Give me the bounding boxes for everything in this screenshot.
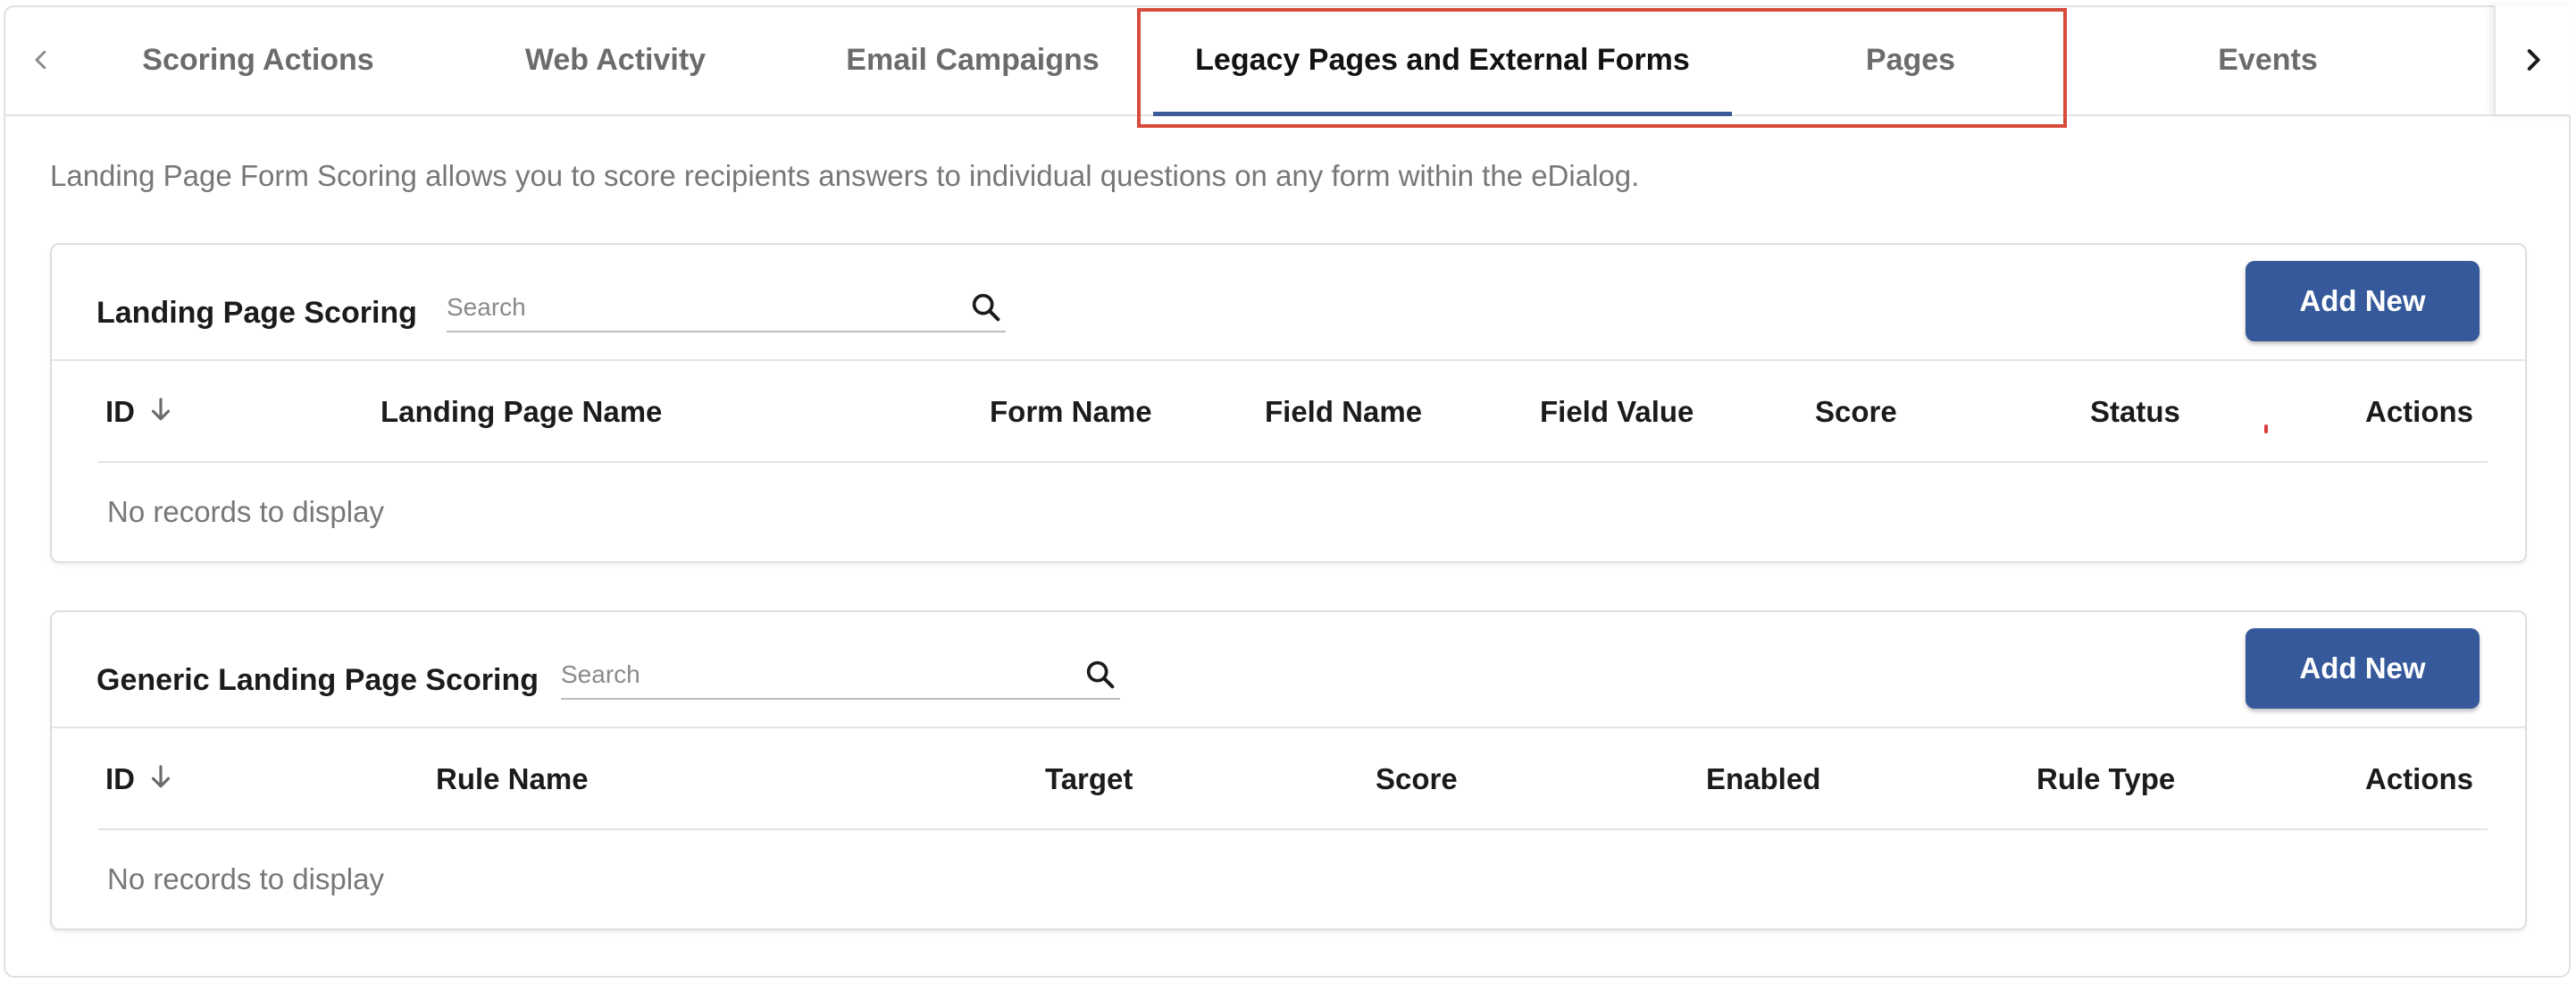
generic-row-divider [98, 828, 2488, 830]
arrow-down-icon [147, 395, 174, 433]
generic-column-id-label: ID [105, 762, 135, 795]
generic-empty-message: No records to display [107, 862, 384, 895]
page-description: Landing Page Form Scoring allows you to … [50, 159, 1640, 192]
landing-row-divider [98, 461, 2488, 463]
tab-legacy-pages-external-forms[interactable]: Legacy Pages and External Forms [1150, 5, 1735, 114]
column-header-field-name[interactable]: Field Name [1265, 395, 1422, 429]
column-id-label: ID [105, 395, 135, 428]
generic-header-divider [52, 727, 2525, 728]
generic-search-field [561, 650, 1120, 700]
column-header-actions: Actions [2365, 395, 2474, 428]
generic-column-header-target[interactable]: Target [1045, 762, 1133, 796]
arrow-down-icon [147, 762, 174, 800]
landing-search-input[interactable] [447, 288, 928, 327]
landing-page-scoring-title: Landing Page Scoring [96, 296, 417, 330]
tab-email-campaigns[interactable]: Email Campaigns [830, 5, 1116, 114]
tab-events[interactable]: Events [2125, 5, 2411, 114]
landing-search-field [447, 282, 1006, 332]
tab-web-activity[interactable]: Web Activity [473, 5, 758, 114]
chevron-right-icon [2527, 49, 2540, 71]
column-header-status[interactable]: Status [2090, 395, 2180, 429]
column-header-id[interactable]: ID [105, 395, 174, 433]
generic-column-header-id[interactable]: ID [105, 762, 174, 800]
search-icon[interactable] [968, 290, 1004, 325]
generic-column-header-rule-name[interactable]: Rule Name [436, 762, 589, 796]
landing-add-new-button[interactable]: Add New [2246, 261, 2480, 341]
landing-empty-message: No records to display [107, 495, 384, 528]
tab-pages[interactable]: Pages [1768, 5, 2053, 114]
tab-scroll-left-button[interactable] [4, 5, 79, 114]
landing-page-scoring-card: Landing Page Scoring Add New ID Landing … [50, 243, 2527, 563]
generic-add-new-button[interactable]: Add New [2246, 628, 2480, 709]
generic-landing-page-scoring-title: Generic Landing Page Scoring [96, 663, 539, 697]
search-icon[interactable] [1083, 657, 1118, 693]
active-tab-indicator [1153, 112, 1732, 116]
column-header-score[interactable]: Score [1815, 395, 1897, 429]
chevron-left-icon [35, 50, 46, 70]
tab-scoring-actions[interactable]: Scoring Actions [115, 5, 401, 114]
column-header-form-name[interactable]: Form Name [990, 395, 1152, 429]
status-marker [2264, 424, 2268, 433]
generic-column-header-score[interactable]: Score [1376, 762, 1458, 796]
generic-landing-page-scoring-card: Generic Landing Page Scoring Add New ID … [50, 610, 2527, 930]
column-header-field-value[interactable]: Field Value [1540, 395, 1694, 429]
generic-column-header-rule-type[interactable]: Rule Type [2037, 762, 2175, 796]
generic-column-header-enabled[interactable]: Enabled [1706, 762, 1820, 796]
landing-header-divider [52, 359, 2525, 361]
generic-search-input[interactable] [561, 655, 1042, 694]
column-header-landing-page-name[interactable]: Landing Page Name [381, 395, 662, 429]
tab-bar: Scoring Actions Web Activity Email Campa… [4, 5, 2571, 116]
tab-scroll-right-button[interactable] [2494, 5, 2571, 114]
generic-column-header-actions: Actions [2365, 762, 2474, 795]
